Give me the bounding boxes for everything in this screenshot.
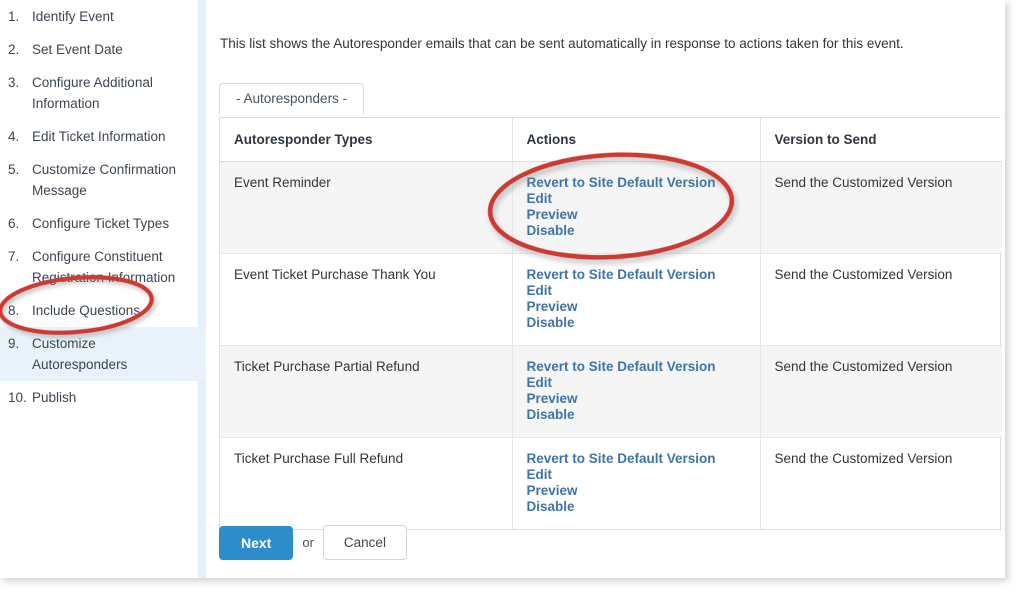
cell-autoresponder-type: Event Reminder [220, 161, 513, 254]
action-link-edit[interactable]: Edit [527, 283, 760, 299]
sidebar-item-number: 10. [8, 390, 27, 405]
action-link-revert-to-site-default-version[interactable]: Revert to Site Default Version [527, 451, 760, 467]
autoresponders-table: Autoresponder Types Actions Version to S… [220, 118, 1002, 529]
cell-version-to-send: Send the Customized Version [760, 161, 1002, 254]
sidebar-item-set-event-date[interactable]: 2. Set Event Date [0, 33, 198, 66]
sidebar-item-label: Identify Event [32, 9, 114, 24]
sidebar-item-label: Configure Additional Information [32, 75, 153, 111]
cell-actions: Revert to Site Default Version Edit Previe… [512, 253, 761, 346]
action-link-edit[interactable]: Edit [527, 467, 760, 483]
action-link-disable[interactable]: Disable [527, 499, 760, 515]
column-header-version-to-send: Version to Send [760, 118, 1002, 162]
sidebar-item-number: 4. [8, 129, 20, 144]
tab-strip: - Autoresponders - [219, 83, 365, 117]
sidebar-item-configure-additional-information[interactable]: 3. Configure Additional Information [0, 66, 198, 120]
sidebar-item-label: Configure Ticket Types [32, 216, 170, 231]
main-content: This list shows the Autoresponder emails… [206, 0, 1005, 578]
cell-autoresponder-type: Event Ticket Purchase Thank You [220, 253, 513, 346]
sidebar-item-identify-event[interactable]: 1. Identify Event [0, 0, 198, 33]
sidebar-item-label: Configure Constituent Registration Infor… [32, 249, 176, 285]
sidebar-item-label: Customize Confirmation Message [32, 162, 177, 198]
action-link-edit[interactable]: Edit [527, 191, 760, 207]
action-link-preview[interactable]: Preview [527, 483, 760, 499]
sidebar-item-number: 3. [8, 75, 20, 90]
sidebar-item-label: Customize Autoresponders [32, 336, 128, 372]
next-button[interactable]: Next [219, 525, 294, 560]
action-link-preview[interactable]: Preview [527, 391, 760, 407]
action-link-disable[interactable]: Disable [527, 223, 760, 239]
table-row: Event Reminder Revert to Site Default Ver… [220, 161, 1002, 254]
sidebar-item-edit-ticket-information[interactable]: 4. Edit Ticket Information [0, 120, 198, 153]
sidebar-item-label: Publish [32, 390, 77, 405]
page-intro-text: This list shows the Autoresponder emails… [220, 36, 904, 51]
or-label: or [302, 535, 314, 550]
sidebar-item-number: 9. [8, 336, 20, 351]
sidebar-content-divider [198, 0, 206, 578]
sidebar-item-number: 8. [8, 303, 20, 318]
action-link-revert-to-site-default-version[interactable]: Revert to Site Default Version [527, 267, 760, 283]
sidebar-active-rail [198, 327, 206, 381]
sidebar-item-customize-autoresponders[interactable]: 9. Customize Autoresponders [0, 327, 198, 381]
sidebar-item-include-questions[interactable]: 8. Include Questions [0, 294, 198, 327]
action-link-disable[interactable]: Disable [527, 315, 760, 331]
cell-version-to-send: Send the Customized Version [774, 451, 953, 466]
autoresponders-table-wrapper: Autoresponder Types Actions Version to S… [219, 117, 1002, 530]
action-link-revert-to-site-default-version[interactable]: Revert to Site Default Version [527, 175, 760, 191]
sidebar-item-number: 2. [8, 42, 20, 57]
cell-actions: Revert to Site Default Version Edit Previe… [512, 345, 761, 438]
column-header-actions: Actions [512, 118, 761, 162]
screenshot-root: 1. Identify Event 2. Set Event Date 3. Config… [0, 0, 1024, 595]
sidebar-item-number: 6. [8, 216, 20, 231]
cell-actions: Revert to Site Default Version Edit Previe… [512, 161, 761, 254]
table-header-row: Autoresponder Types Actions Version to S… [220, 118, 1002, 162]
sidebar-item-label: Set Event Date [32, 42, 123, 57]
sidebar-item-number: 5. [8, 162, 20, 177]
table-header: Autoresponder Types Actions Version to S… [220, 118, 1002, 162]
cell-version-to-send: Send the Customized Version [760, 345, 1002, 438]
sidebar-item-label: Include Questions [32, 303, 141, 318]
sidebar-item-publish[interactable]: 10. Publish [0, 381, 198, 414]
action-link-edit[interactable]: Edit [527, 375, 760, 391]
table-body: Event Reminder Revert to Site Default Ver… [220, 161, 1002, 529]
cell-version-to-send: Send the Customized Version [760, 253, 1002, 346]
column-header-autoresponder-types: Autoresponder Types [220, 118, 513, 162]
action-link-revert-to-site-default-version[interactable]: Revert to Site Default Version [527, 359, 760, 375]
page-shell: 1. Identify Event 2. Set Event Date 3. Config… [0, 0, 1005, 578]
table-row: Ticket Purchase Partial Refund Revert to … [220, 345, 1002, 438]
sidebar-item-number: 7. [8, 249, 20, 264]
table-row: Ticket Purchase Full Refund Revert to Sit… [220, 437, 1002, 529]
sidebar-item-label: Edit Ticket Information [32, 129, 166, 144]
sidebar-item-customize-confirmation-message[interactable]: 5. Customize Confirmation Message [0, 153, 198, 207]
sidebar-item-number: 1. [8, 9, 20, 24]
tab-autoresponders[interactable]: - Autoresponders - [219, 83, 365, 114]
table-row: Event Ticket Purchase Thank You Revert to… [220, 253, 1002, 346]
sidebar-item-configure-constituent-registration-information[interactable]: 7. Configure Constituent Registration Inf… [0, 240, 198, 294]
action-link-preview[interactable]: Preview [527, 207, 760, 223]
cell-actions: Revert to Site Default Version Edit Previe… [512, 437, 761, 529]
action-link-preview[interactable]: Preview [527, 299, 760, 315]
form-footer: Next or Cancel [219, 525, 407, 560]
wizard-steps-sidebar: 1. Identify Event 2. Set Event Date 3. Config… [0, 0, 198, 578]
action-link-disable[interactable]: Disable [527, 407, 760, 423]
cell-autoresponder-type: Ticket Purchase Full Refund [220, 437, 513, 529]
sidebar-item-configure-ticket-types[interactable]: 6. Configure Ticket Types [0, 207, 198, 240]
cell-autoresponder-type: Ticket Purchase Partial Refund [220, 345, 513, 438]
cancel-button[interactable]: Cancel [322, 525, 407, 560]
